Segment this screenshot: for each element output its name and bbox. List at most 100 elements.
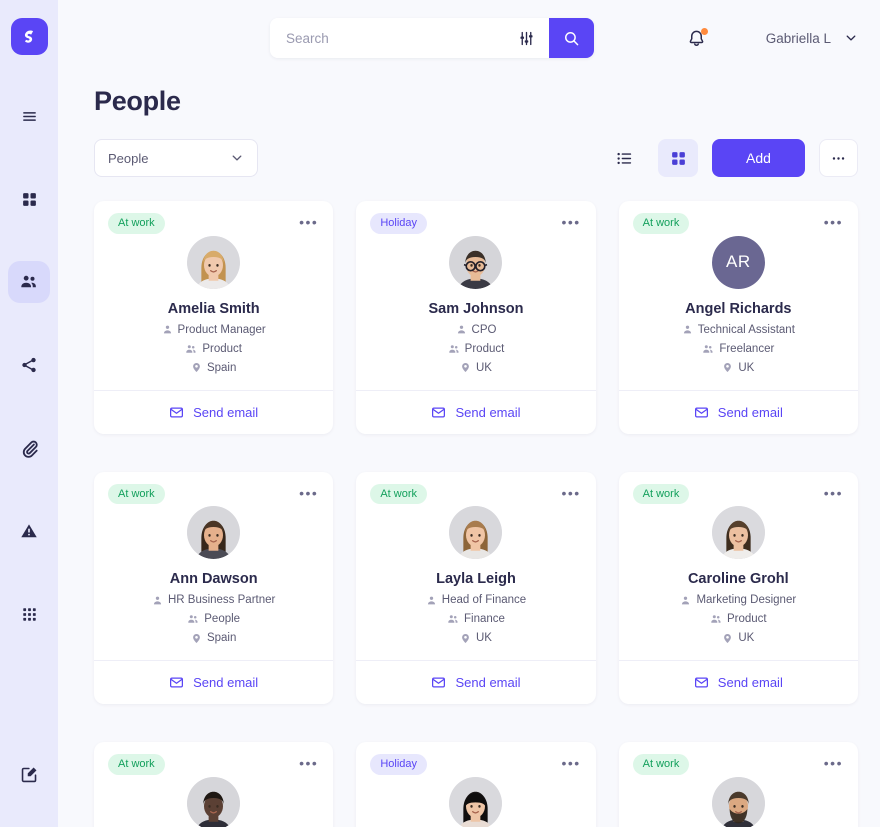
person-icon [680,595,691,606]
send-email-button[interactable]: Send email [618,660,858,704]
list-view-icon [616,152,631,164]
person-location: Spain [191,362,236,374]
person-icon [456,324,467,335]
grid-view-icon [671,151,685,165]
person-location: UK [460,632,492,644]
search-submit-button[interactable] [549,18,594,58]
team-icon [448,343,460,355]
location-pin-icon [460,633,471,644]
status-badge: Holiday [370,213,428,234]
person-card[interactable]: At work ••• AR Angel Richards Technical … [618,201,858,434]
ellipsis-icon [832,156,845,160]
status-badge: At work [632,754,690,775]
person-card[interactable]: At work ••• Amelia Smith Product Manager [94,201,334,434]
card-header: At work ••• [356,472,595,505]
search-input[interactable] [286,30,510,46]
card-header: Holiday ••• [356,742,595,775]
card-menu-button[interactable]: ••• [560,754,581,772]
location-pin-icon [722,362,733,373]
sidebar-item-apps[interactable] [8,593,50,635]
card-menu-button[interactable]: ••• [560,213,581,231]
card-menu-button[interactable]: ••• [560,484,581,502]
toolbar: People Add [94,139,858,177]
person-card[interactable]: At work ••• Layla Leigh Head of Finance [356,471,596,705]
sidebar [0,0,58,827]
person-name: Layla Leigh [436,571,516,588]
person-card[interactable]: At work ••• Caroline Grohl Marketing Des… [618,471,858,705]
person-role: Technical Assistant [682,324,795,336]
sidebar-item-compose[interactable] [8,753,50,795]
sidebar-item-menu[interactable] [8,95,50,137]
send-email-button[interactable]: Send email [356,660,596,704]
person-icon [682,324,693,335]
sidebar-item-dashboard[interactable] [8,178,50,220]
avatar-photo [449,506,503,560]
compose-icon [21,767,36,782]
status-badge: At work [108,483,165,505]
alert-icon [21,524,37,538]
card-body: Jane Hawkins CEO Board UK [356,775,595,827]
send-email-button[interactable]: Send email [94,389,334,434]
status-badge: Holiday [370,754,428,775]
person-location: Spain [191,632,236,644]
card-menu-button[interactable]: ••• [823,754,844,772]
search-input-container [270,18,549,58]
avatar-photo [187,776,241,827]
avatar-photo [187,506,241,560]
status-badge: At work [632,483,690,505]
list-view-button[interactable] [604,139,644,177]
card-header: Holiday ••• [356,201,595,234]
person-card[interactable]: Holiday ••• Jane Hawkins CEO Board [356,742,596,827]
notification-dot [700,27,708,35]
person-icon [162,324,173,335]
person-card[interactable]: Holiday ••• Sam Johnson CPO Product UK S… [356,201,596,434]
person-role: HR Business Partner [152,594,275,606]
card-menu-button[interactable]: ••• [298,754,319,772]
send-email-button[interactable]: Send email [618,389,858,434]
person-location: UK [460,362,492,374]
card-body: Sam Johnson CPO Product UK [356,234,595,390]
entity-filter-select[interactable]: People [94,139,258,177]
card-menu-button[interactable]: ••• [298,213,319,231]
more-options-button[interactable] [819,139,858,177]
status-badge: At work [632,213,690,234]
send-email-label: Send email [455,675,521,691]
status-badge: At work [108,213,165,234]
grid-view-button[interactable] [658,139,698,177]
person-location: UK [722,632,754,644]
person-name: Angel Richards [685,300,792,317]
app-logo[interactable] [10,18,48,55]
avatar-photo [711,506,765,560]
person-name: Caroline Grohl [687,571,789,588]
card-header: At work ••• [619,201,858,234]
card-header: At work ••• [94,742,333,775]
mail-icon [694,405,709,420]
team-icon [187,613,199,625]
card-menu-button[interactable]: ••• [823,484,844,502]
notifications-button[interactable] [687,27,708,48]
send-email-label: Send email [717,404,783,420]
send-email-label: Send email [717,675,783,691]
send-email-button[interactable]: Send email [356,389,596,434]
person-card[interactable]: At work ••• Frank Fox Finance Manager F [94,742,334,827]
sidebar-item-alerts[interactable] [8,510,50,552]
person-card[interactable]: At work ••• Jon Richards HR Consultant [618,742,858,827]
person-team: Freelancer [702,343,774,355]
search-bar [270,18,594,58]
content-area: People People Add At work ••• Amelia Smi… [58,76,880,827]
add-button[interactable]: Add [712,139,805,177]
card-menu-button[interactable]: ••• [298,484,319,502]
sidebar-item-attachments[interactable] [8,427,50,469]
card-menu-button[interactable]: ••• [823,213,844,231]
person-card[interactable]: At work ••• Ann Dawson HR Business Partn… [94,471,334,705]
card-header: At work ••• [94,201,333,234]
card-body: Layla Leigh Head of Finance Finance UK [356,504,595,660]
sidebar-item-share[interactable] [8,344,50,386]
user-menu[interactable]: Gabriella L [766,31,858,46]
person-location: UK [722,362,754,374]
sidebar-item-people[interactable] [8,261,50,303]
card-body: AR Angel Richards Technical Assistant Fr… [619,234,858,390]
location-pin-icon [722,633,733,644]
sliders-icon[interactable] [518,30,543,47]
send-email-button[interactable]: Send email [94,660,334,704]
